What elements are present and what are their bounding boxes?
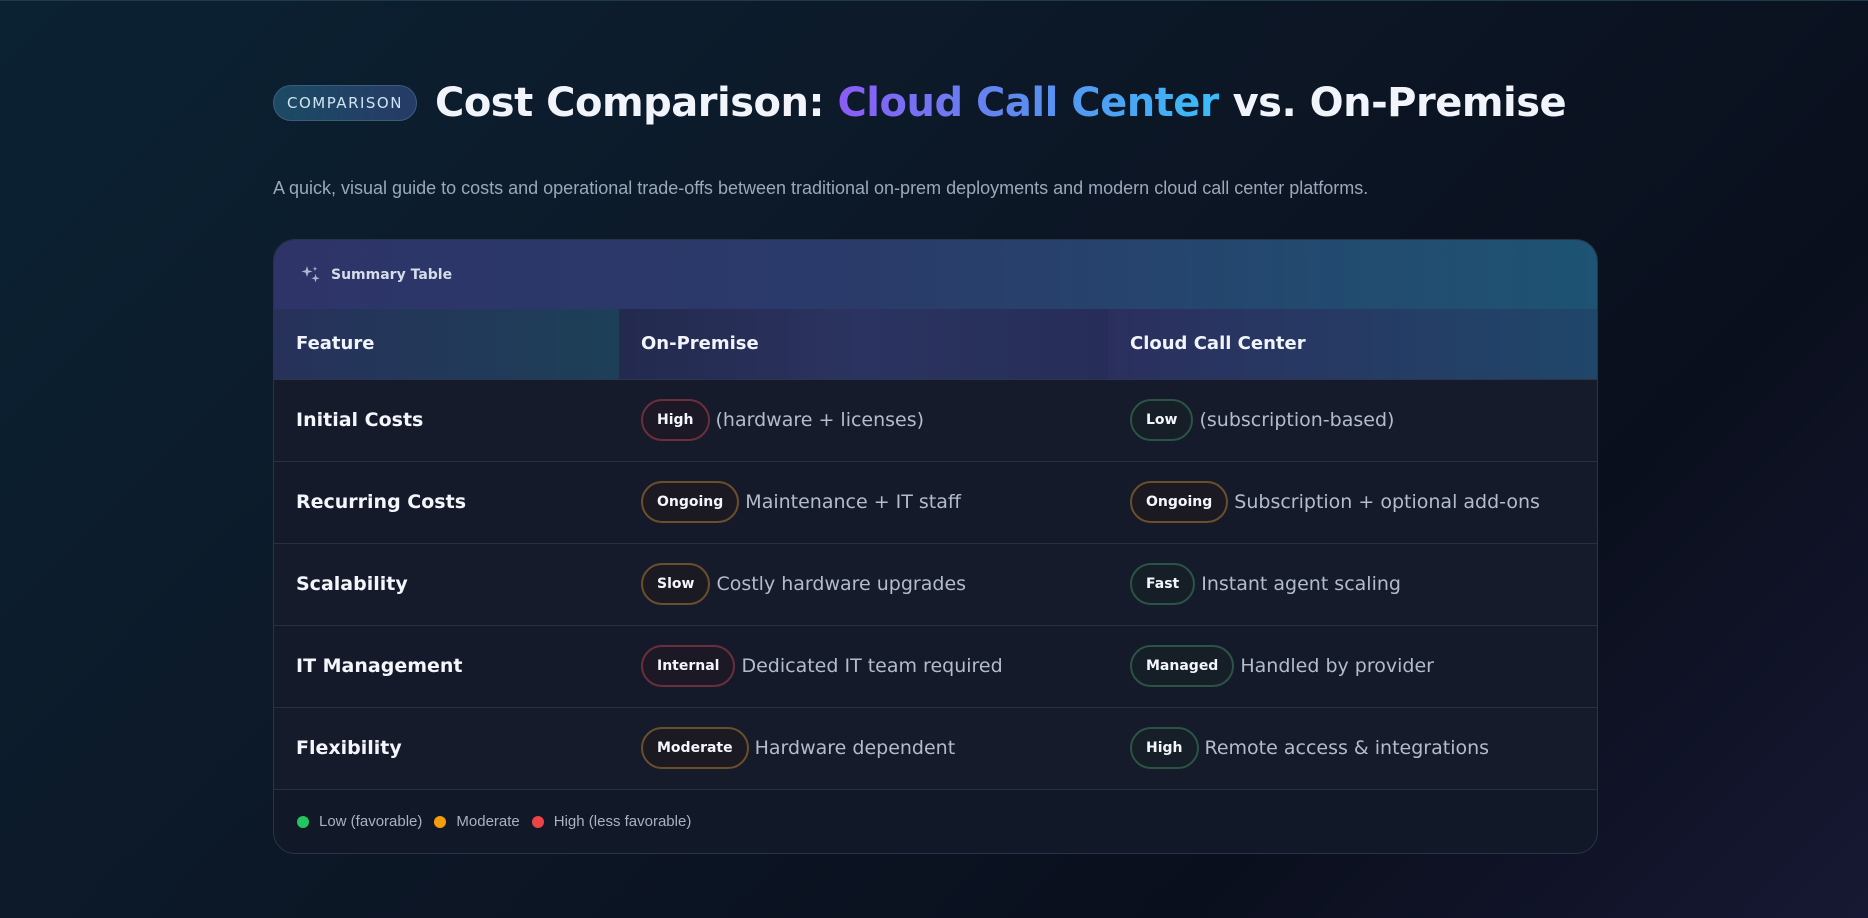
legend-label: Low (favorable): [319, 813, 423, 830]
legend-item-moderate: Moderate: [434, 813, 520, 830]
level-pill: Managed: [1130, 645, 1235, 687]
feature-cell: IT Management: [274, 625, 619, 708]
level-pill: Moderate: [641, 727, 749, 769]
legend-label: High (less favorable): [553, 813, 692, 830]
level-pill: Ongoing: [641, 481, 740, 523]
top-border: [0, 0, 1868, 1]
on-premise-cell: Ongoing Maintenance + IT staff: [619, 461, 1108, 544]
cell-description: Subscription + optional add-ons: [1234, 491, 1540, 513]
level-pill: High: [1130, 727, 1199, 769]
table-row: Initial Costs High (hardware + licenses) …: [274, 379, 1597, 462]
table-row: Flexibility Moderate Hardware dependent H…: [274, 707, 1597, 790]
feature-cell: Recurring Costs: [274, 461, 619, 544]
cloud-cell: Low (subscription-based): [1108, 379, 1597, 462]
cell-description: Remote access & integrations: [1204, 737, 1490, 759]
cell-description: (hardware + licenses): [715, 409, 925, 431]
legend: Low (favorable) Moderate High (less favo…: [274, 790, 1597, 854]
cell-description: Handled by provider: [1240, 655, 1434, 677]
card-header: Summary Table: [274, 240, 1597, 309]
cell-description: Hardware dependent: [754, 737, 956, 759]
green-dot-icon: [297, 815, 309, 828]
cloud-cell: Ongoing Subscription + optional add-ons: [1108, 461, 1597, 544]
summary-card: Summary Table Feature On-Premise Cloud C…: [273, 239, 1598, 854]
cloud-cell: High Remote access & integrations: [1108, 707, 1597, 790]
cell-description: Dedicated IT team required: [741, 655, 1003, 677]
cell-description: Costly hardware upgrades: [716, 573, 967, 595]
feature-cell: Scalability: [274, 543, 619, 626]
title-highlight: Cloud Call Center: [837, 80, 1220, 126]
column-header-cloud: Cloud Call Center: [1108, 309, 1597, 380]
feature-cell: Flexibility: [274, 707, 619, 790]
cloud-cell: Fast Instant agent scaling: [1108, 543, 1597, 626]
legend-label: Moderate: [456, 813, 520, 830]
column-header-on-premise: On-Premise: [619, 309, 1108, 380]
card-title: Summary Table: [331, 266, 453, 283]
amber-dot-icon: [434, 815, 447, 828]
page-title: Cost Comparison: Cloud Call Center vs. O…: [434, 80, 1567, 126]
red-dot-icon: [531, 815, 544, 828]
cell-description: (subscription-based): [1199, 409, 1395, 431]
title-prefix: Cost Comparison:: [434, 80, 838, 126]
feature-cell: Initial Costs: [274, 379, 619, 462]
legend-item-high: High (less favorable): [531, 813, 692, 830]
comparison-badge: COMPARISON: [273, 85, 417, 121]
on-premise-cell: Slow Costly hardware upgrades: [619, 543, 1108, 626]
cloud-cell: Managed Handled by provider: [1108, 625, 1597, 708]
table-header-row: Feature On-Premise Cloud Call Center: [274, 309, 1597, 380]
column-header-feature: Feature: [274, 309, 619, 380]
on-premise-cell: High (hardware + licenses): [619, 379, 1108, 462]
legend-item-low: Low (favorable): [297, 813, 422, 830]
on-premise-cell: Internal Dedicated IT team required: [619, 625, 1108, 708]
table-row: Recurring Costs Ongoing Maintenance + IT …: [274, 461, 1597, 544]
cell-description: Maintenance + IT staff: [745, 491, 961, 513]
level-pill: Ongoing: [1130, 481, 1229, 523]
table-row: Scalability Slow Costly hardware upgrades…: [274, 543, 1597, 626]
level-pill: Slow: [641, 563, 711, 605]
cell-description: Instant agent scaling: [1201, 573, 1401, 595]
on-premise-cell: Moderate Hardware dependent: [619, 707, 1108, 790]
level-pill: Internal: [641, 645, 736, 687]
page-header: COMPARISON Cost Comparison: Cloud Call C…: [273, 80, 1567, 126]
level-pill: Low: [1130, 399, 1194, 441]
level-pill: High: [641, 399, 710, 441]
sparkles-icon: [300, 264, 322, 286]
page-subtitle: A quick, visual guide to costs and opera…: [273, 178, 1369, 198]
level-pill: Fast: [1130, 563, 1196, 605]
title-suffix: vs. On-Premise: [1219, 80, 1567, 126]
table-row: IT Management Internal Dedicated IT team …: [274, 625, 1597, 708]
comparison-table: Feature On-Premise Cloud Call Center Ini…: [274, 309, 1597, 790]
